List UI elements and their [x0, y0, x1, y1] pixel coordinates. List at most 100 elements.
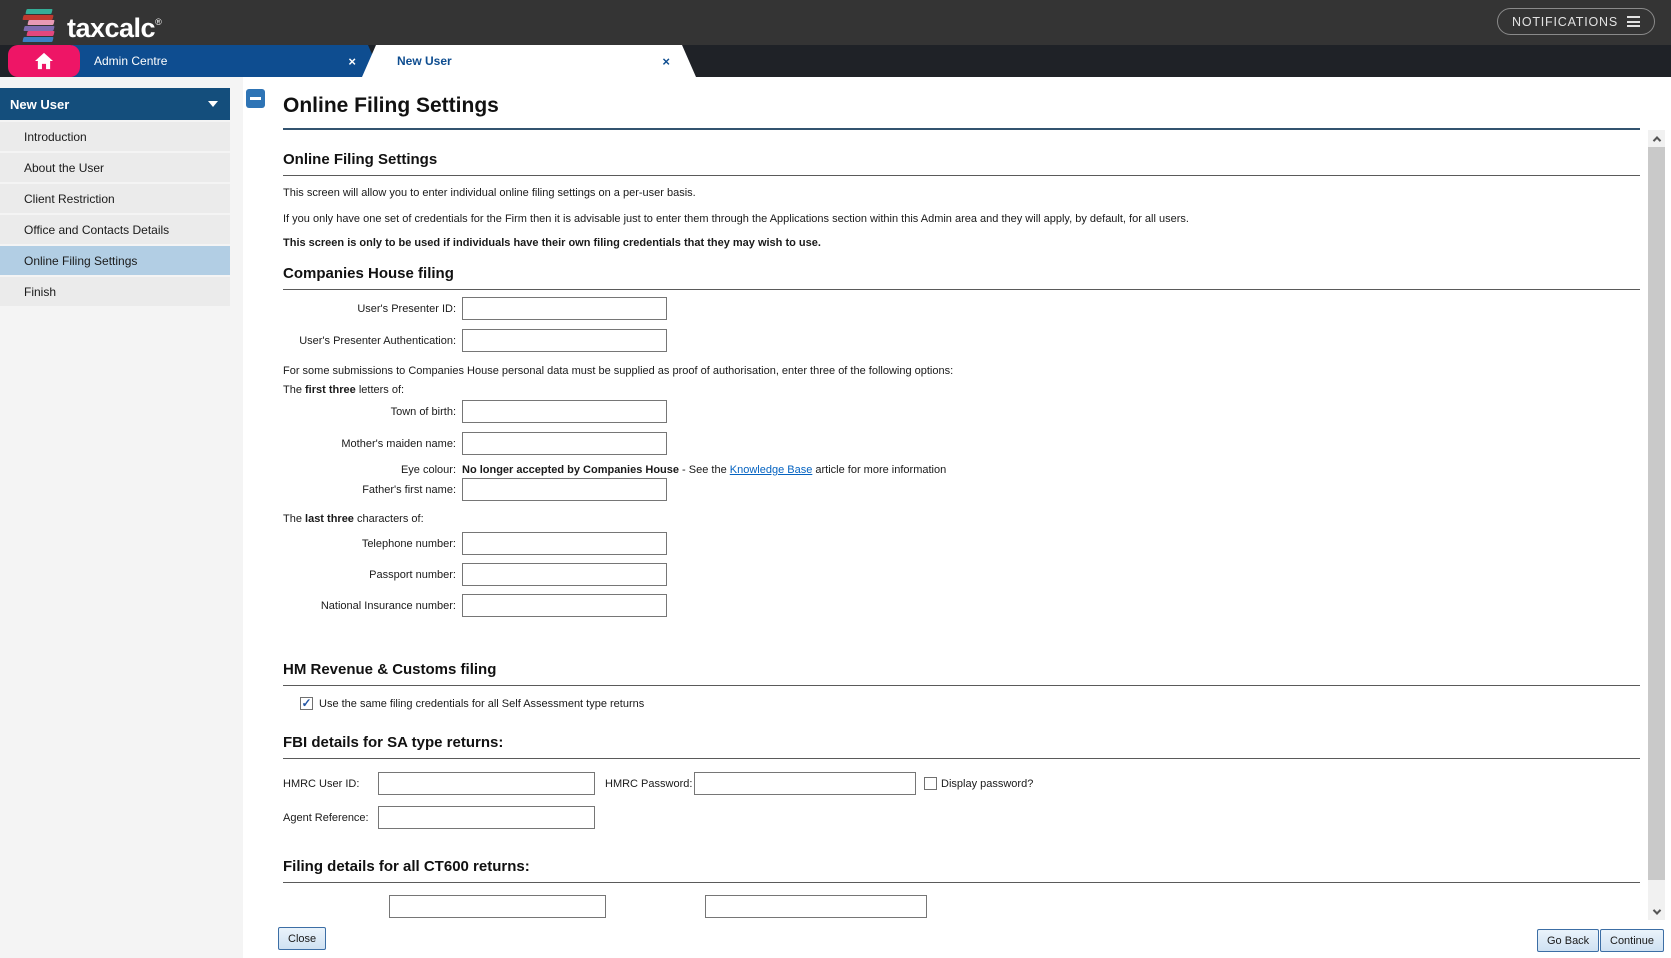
field-row: Passport number:: [283, 563, 1640, 586]
fathers-first-name-input[interactable]: [462, 478, 667, 501]
town-of-birth-label: Town of birth:: [283, 406, 462, 418]
ni-number-input[interactable]: [462, 594, 667, 617]
hmrc-user-id-label: HMRC User ID:: [283, 778, 378, 790]
go-back-button[interactable]: Go Back: [1537, 929, 1599, 952]
home-tab[interactable]: [8, 45, 80, 77]
sidebar: New User Introduction About the User Cli…: [0, 77, 243, 958]
sidebar-item-label: Finish: [24, 285, 56, 299]
scrollbar-up-button[interactable]: [1648, 130, 1665, 147]
presenter-authentication-label: User's Presenter Authentication:: [283, 335, 462, 347]
chevron-up-icon: [1652, 136, 1660, 144]
content: Online Filing Settings This screen will …: [243, 151, 1671, 918]
field-row: Telephone number:: [283, 532, 1640, 555]
section-heading-online-filing-settings: Online Filing Settings: [283, 151, 1640, 176]
sa-credentials-row: Use the same filing credentials for all …: [300, 697, 1640, 710]
top-bar: taxcalc® NOTIFICATIONS: [0, 0, 1671, 45]
ct600-row: [283, 895, 1640, 918]
field-row: Father's first name:: [283, 478, 1640, 501]
eye-colour-label: Eye colour:: [283, 464, 462, 476]
sidebar-item-label: Office and Contacts Details: [24, 223, 169, 237]
passport-number-label: Passport number:: [283, 569, 462, 581]
sidebar-section-dropdown[interactable]: New User: [0, 88, 230, 120]
ct600-input-2[interactable]: [705, 895, 927, 918]
agent-reference-input[interactable]: [378, 806, 595, 829]
close-button[interactable]: Close: [278, 927, 326, 950]
mothers-maiden-name-label: Mother's maiden name:: [283, 438, 462, 450]
field-row: User's Presenter Authentication:: [283, 329, 1640, 352]
intro-paragraph-1: This screen will allow you to enter indi…: [283, 187, 1640, 200]
tab-admin-centre-label: Admin Centre: [94, 54, 167, 68]
hmrc-password-input[interactable]: [694, 772, 916, 795]
town-of-birth-input[interactable]: [462, 400, 667, 423]
page-title: Online Filing Settings: [283, 94, 499, 118]
taxcalc-logo-icon: [20, 8, 58, 42]
minus-icon: [250, 97, 261, 100]
fbi-row: HMRC User ID: HMRC Password: Display pas…: [283, 772, 1640, 795]
mothers-maiden-name-input[interactable]: [462, 432, 667, 455]
chevron-down-icon: [208, 101, 218, 107]
home-icon: [34, 52, 54, 70]
section-heading-ct600: Filing details for all CT600 returns:: [283, 858, 1640, 883]
sidebar-title: New User: [10, 97, 69, 112]
tab-new-user-close-icon[interactable]: ×: [662, 55, 670, 68]
tab-bar: Admin Centre × New User ×: [0, 45, 1671, 77]
scrollbar-down-button[interactable]: [1648, 903, 1665, 920]
display-password-checkbox[interactable]: [924, 777, 937, 790]
taxcalc-logo: taxcalc®: [20, 5, 161, 45]
fbi-row: Agent Reference:: [283, 806, 1640, 829]
agent-reference-label: Agent Reference:: [283, 812, 378, 824]
field-row: User's Presenter ID:: [283, 297, 1640, 320]
sidebar-item-label: Introduction: [24, 130, 87, 144]
last-three-line: The last three characters of:: [283, 513, 1640, 526]
tab-new-user[interactable]: New User ×: [362, 45, 696, 77]
sidebar-item-office-and-contacts-details[interactable]: Office and Contacts Details: [0, 215, 230, 244]
field-row: Mother's maiden name:: [283, 432, 1640, 455]
scrollbar-track[interactable]: [1648, 130, 1665, 920]
scrollbar-thumb[interactable]: [1648, 147, 1665, 880]
sidebar-item-label: Client Restriction: [24, 192, 115, 206]
notifications-label: NOTIFICATIONS: [1512, 15, 1618, 29]
eye-colour-row: Eye colour: No longer accepted by Compan…: [283, 464, 1640, 476]
telephone-number-label: Telephone number:: [283, 538, 462, 550]
presenter-id-label: User's Presenter ID:: [283, 303, 462, 315]
tab-new-user-label: New User: [397, 54, 452, 68]
telephone-number-input[interactable]: [462, 532, 667, 555]
sidebar-item-about-the-user[interactable]: About the User: [0, 153, 230, 182]
companies-house-note: For some submissions to Companies House …: [283, 365, 1640, 378]
registered-mark: ®: [155, 17, 161, 27]
field-row: Town of birth:: [283, 400, 1640, 423]
sa-credentials-checkbox[interactable]: [300, 697, 313, 710]
display-password-label: Display password?: [941, 778, 1033, 790]
ct600-input-1[interactable]: [389, 895, 606, 918]
sidebar-menu: Introduction About the User Client Restr…: [0, 122, 230, 308]
chevron-down-icon: [1652, 906, 1660, 914]
eye-colour-text: No longer accepted by Companies House - …: [462, 464, 946, 476]
logo-text: taxcalc®: [67, 5, 161, 45]
content-viewport: Online Filing Settings This screen will …: [243, 130, 1671, 920]
continue-button[interactable]: Continue: [1600, 929, 1664, 952]
intro-paragraph-2: If you only have one set of credentials …: [283, 213, 1640, 226]
eye-colour-bold-text: No longer accepted by Companies House: [462, 464, 679, 476]
section-heading-fbi-sa: FBI details for SA type returns:: [283, 734, 1640, 759]
first-three-line: The first three letters of:: [283, 384, 1640, 397]
tab-admin-centre-close-icon[interactable]: ×: [348, 55, 356, 68]
tab-admin-centre[interactable]: Admin Centre ×: [58, 45, 382, 77]
sa-credentials-label: Use the same filing credentials for all …: [319, 698, 644, 710]
sidebar-item-online-filing-settings[interactable]: Online Filing Settings: [0, 246, 230, 275]
sidebar-item-finish[interactable]: Finish: [0, 277, 230, 306]
intro-paragraph-3: This screen is only to be used if indivi…: [283, 237, 1640, 250]
knowledge-base-link[interactable]: Knowledge Base: [730, 464, 813, 476]
hmrc-password-label: HMRC Password:: [605, 778, 694, 790]
presenter-id-input[interactable]: [462, 297, 667, 320]
collapse-sidebar-button[interactable]: [246, 89, 265, 108]
sidebar-item-label: About the User: [24, 161, 104, 175]
notifications-button[interactable]: NOTIFICATIONS: [1497, 8, 1655, 35]
section-heading-hmrc: HM Revenue & Customs filing: [283, 661, 1640, 686]
hmrc-user-id-input[interactable]: [378, 772, 595, 795]
presenter-authentication-input[interactable]: [462, 329, 667, 352]
sidebar-item-introduction[interactable]: Introduction: [0, 122, 230, 151]
fathers-first-name-label: Father's first name:: [283, 484, 462, 496]
sidebar-item-client-restriction[interactable]: Client Restriction: [0, 184, 230, 213]
field-row: National Insurance number:: [283, 594, 1640, 617]
passport-number-input[interactable]: [462, 563, 667, 586]
